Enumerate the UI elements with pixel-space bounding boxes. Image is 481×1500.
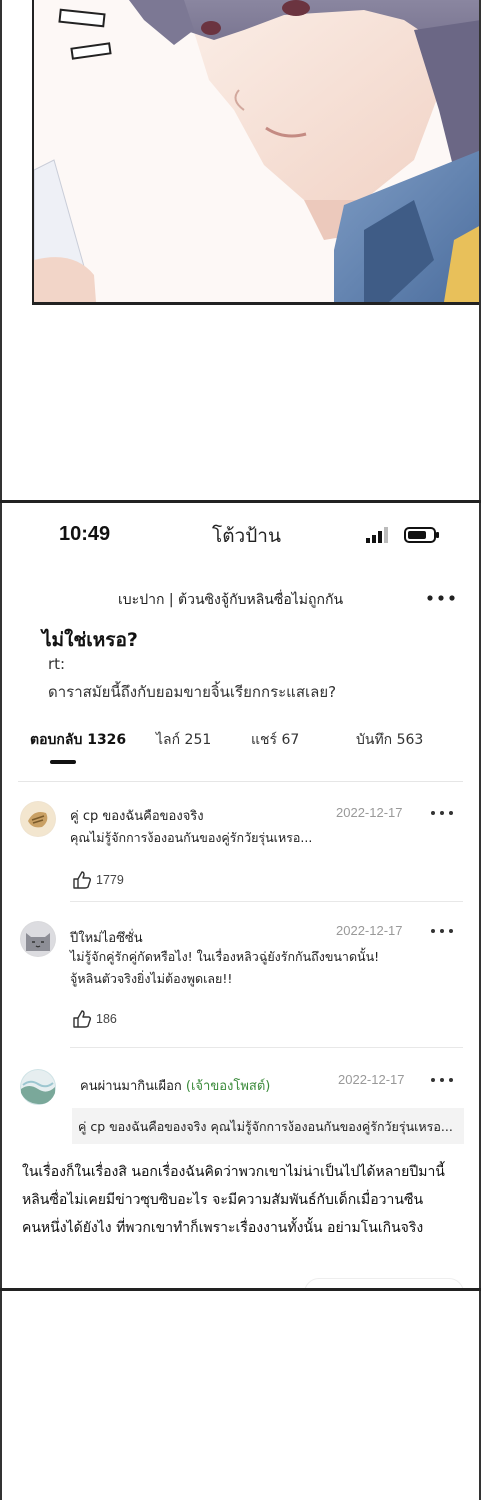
battery-icon (404, 527, 439, 543)
quoted-text: คู่ cp ของฉันคือของจริง คุณไม่รู้จักการง… (78, 1119, 453, 1134)
topic-title[interactable]: เบะปาก | ต้วนซิงจู้กับหลินซื่อไม่ถูกกัน (118, 589, 343, 611)
action-bubble[interactable] (304, 1278, 464, 1288)
phone-screen: 10:49 โต้วป้าน เบะปาก | ต้วนซิงจู้กับหลิ… (2, 503, 479, 1288)
more-options-icon[interactable] (426, 591, 456, 605)
like-count: 1779 (96, 873, 124, 887)
reply-line: ในเรื่องก็ในเรื่องสิ นอกเรื่องฉันคิดว่าพ… (22, 1164, 445, 1180)
cat-avatar-icon (21, 922, 55, 956)
tab-shares[interactable]: แชร์ 67 (251, 729, 299, 751)
reply-line: หลินซื่อไม่เคยมีข่าวซุบซิบอะไร จะมีความส… (22, 1192, 424, 1208)
status-bar: 10:49 โต้วป้าน (2, 503, 479, 563)
comment-date: 2022-12-17 (336, 923, 403, 938)
tab-saves[interactable]: บันทึก 563 (356, 729, 423, 751)
comment-more-icon[interactable] (430, 808, 454, 818)
wave-avatar-icon (21, 1070, 55, 1105)
comment-more-icon[interactable] (430, 1075, 454, 1085)
comment-date: 2022-12-17 (338, 1072, 405, 1087)
signal-icon (366, 527, 388, 543)
tab-likes[interactable]: ไลก์ 251 (156, 729, 211, 751)
comment-divider (70, 1047, 463, 1048)
status-time: 10:49 (59, 523, 111, 545)
avatar[interactable] (20, 1069, 56, 1105)
comment-author-name[interactable]: คนผ่านมากินเผือก (80, 1079, 182, 1094)
comic-panel (0, 0, 481, 305)
post-body: ดาราสมัยนี้ถึงกับยอมขายจิ้นเรียกกระแสเลย… (48, 683, 337, 701)
topic-header: เบะปาก | ต้วนซิงจู้กับหลินซื่อไม่ถูกกัน (2, 583, 479, 613)
reply-line: คนหนึ่งได้ยังไง ที่พวกเขาทำก็เพราะเรื่อง… (22, 1220, 424, 1236)
post-title: ไม่ใช่เหรอ? (42, 629, 138, 651)
comment-line: ไม่รู้จักคู่รักคู่กัดหรือไง! ในเรื่องหลิ… (70, 949, 380, 964)
comment-author[interactable]: คู่ cp ของฉันคือของจริง (70, 805, 204, 826)
panel-border-left (32, 0, 34, 305)
comment-more-icon[interactable] (430, 926, 454, 936)
panel-separator-bottom (0, 1288, 481, 1291)
comment-line: คุณไม่รู้จักการง้องอนกันของคู่รักวัยรุ่น… (70, 830, 313, 845)
comment-text: คุณไม่รู้จักการง้องอนกันของคู่รักวัยรุ่น… (70, 827, 312, 849)
post-tabs: ตอบกลับ 1326 ไลก์ 251 แชร์ 67 บันทึก 563 (2, 725, 479, 765)
like-count: 186 (96, 1012, 117, 1026)
tabs-divider (18, 781, 463, 782)
panel-border-bottom (32, 302, 481, 305)
quoted-comment[interactable]: คู่ cp ของฉันคือของจริง คุณไม่รู้จักการง… (72, 1108, 464, 1144)
app-title: โต้วป้าน (212, 525, 281, 547)
thumbs-up-icon (73, 1010, 92, 1028)
thumbs-up-icon (73, 871, 92, 889)
sticker-avatar-icon (21, 802, 55, 836)
avatar[interactable] (20, 921, 56, 957)
comment-author[interactable]: ปีใหม่ไอซึซั่น (70, 927, 143, 948)
comment-divider (70, 901, 463, 902)
comment-author: คนผ่านมากินเผือก (เจ้าของโพสต์) (80, 1075, 270, 1096)
comment-line: จู้หลินตัวจริงยิ่งไม่ต้องพูดเลย!! (70, 971, 233, 986)
comic-illustration (34, 0, 481, 302)
comment-text: ไม่รู้จักคู่รักคู่กัดหรือไง! ในเรื่องหลิ… (70, 946, 379, 990)
comment-date: 2022-12-17 (336, 805, 403, 820)
tab-replies[interactable]: ตอบกลับ 1326 (30, 729, 126, 751)
avatar[interactable] (20, 801, 56, 837)
reply-body: ในเรื่องก็ในเรื่องสิ นอกเรื่องฉันคิดว่าพ… (22, 1158, 472, 1242)
op-badge: (เจ้าของโพสต์) (185, 1079, 271, 1094)
post-rt-label: rt: (48, 655, 66, 673)
active-tab-indicator (50, 760, 76, 764)
